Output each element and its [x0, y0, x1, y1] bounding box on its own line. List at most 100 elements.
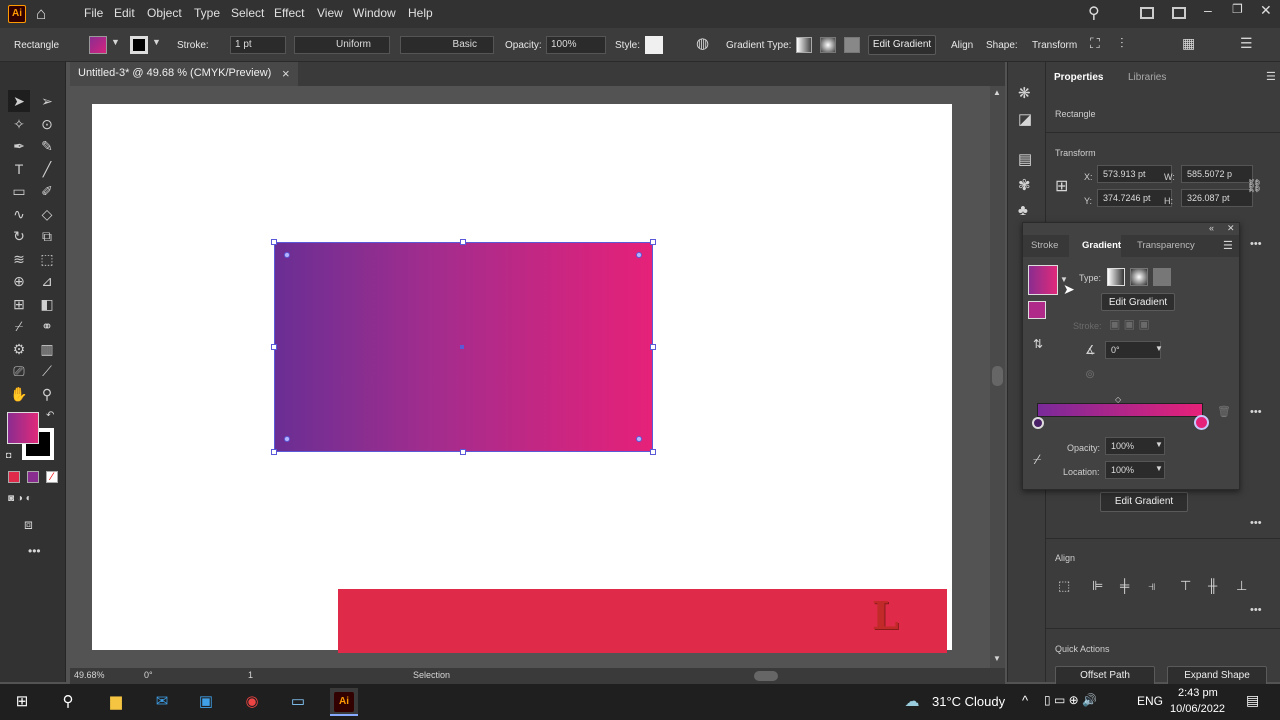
stroke-swatch[interactable]: [130, 36, 148, 54]
radial-gradient-button[interactable]: [820, 37, 836, 53]
bounding-handle[interactable]: [460, 449, 466, 455]
artboard-tool-icon[interactable]: ⎚: [8, 360, 30, 382]
close-window-icon[interactable]: ✕: [1260, 2, 1272, 19]
close-panel-icon[interactable]: ✕: [1227, 223, 1235, 234]
scroll-down-icon[interactable]: ▼: [993, 654, 1001, 663]
direct-selection-tool-icon[interactable]: ➢: [36, 90, 58, 112]
midpoint-diamond-icon[interactable]: ◇: [1115, 395, 1121, 404]
tab-libraries[interactable]: Libraries: [1128, 72, 1166, 83]
radial-type-button[interactable]: [1130, 268, 1148, 286]
reference-point-icon[interactable]: ⊞: [1055, 176, 1068, 196]
scroll-up-icon[interactable]: ▲: [993, 88, 1001, 97]
edit-gradient-button-props[interactable]: Edit Gradient: [1100, 492, 1188, 512]
fill-color-swatch[interactable]: [7, 412, 39, 444]
shape-link[interactable]: Shape:: [986, 40, 1018, 51]
eraser-tool-icon[interactable]: ◇: [36, 203, 58, 225]
hand-tool-icon[interactable]: ✋: [8, 383, 30, 405]
transform-link[interactable]: Transform: [1032, 40, 1077, 51]
menu-type[interactable]: Type: [194, 6, 220, 20]
brushes-icon[interactable]: ✾: [1018, 176, 1031, 194]
lasso-tool-icon[interactable]: ⊙: [36, 113, 58, 135]
warp-tool-icon[interactable]: ≋: [8, 248, 30, 270]
tray-icons[interactable]: ▯ ▭ ⊕ 🔊: [1044, 693, 1097, 707]
chrome-icon[interactable]: ◉: [242, 692, 262, 712]
layers-icon[interactable]: ◪: [1018, 110, 1032, 128]
location-dropdown-icon[interactable]: ▼: [1155, 464, 1163, 473]
blend-tool-icon[interactable]: ⚭: [36, 315, 58, 337]
w-field[interactable]: 585.5072 p: [1181, 165, 1253, 183]
shaper-tool-icon[interactable]: ∿: [8, 203, 30, 225]
pen-tool-icon[interactable]: ✒: [8, 135, 30, 157]
menu-window[interactable]: Window: [353, 6, 396, 20]
line-tool-icon[interactable]: ╱: [36, 158, 58, 180]
mail-icon[interactable]: ✉: [152, 692, 172, 712]
color-stop-right[interactable]: [1194, 415, 1209, 430]
symbol-sprayer-tool-icon[interactable]: ⚙: [8, 338, 30, 360]
eyedropper-tool-icon[interactable]: ⌿: [8, 315, 30, 337]
menu-object[interactable]: Object: [147, 6, 182, 20]
draw-mode-icon[interactable]: ◙ ◑ ◐: [8, 493, 32, 504]
offset-path-button[interactable]: Offset Path: [1055, 666, 1155, 686]
none-mode-icon[interactable]: ⁄: [46, 471, 58, 483]
stroke-weight-field[interactable]: 1 pt: [230, 36, 286, 54]
document-tab[interactable]: Untitled-3* @ 49.68 % (CMYK/Preview): [70, 62, 298, 86]
rotation-field[interactable]: 0°: [144, 670, 153, 680]
gradient-fill-swatch[interactable]: [1028, 265, 1058, 295]
type-tool-icon[interactable]: T: [8, 158, 30, 180]
collapse-panel-icon[interactable]: «: [1209, 223, 1214, 233]
fill-dropdown-icon[interactable]: ▼: [111, 37, 120, 47]
isolate-icon[interactable]: ⛶: [1090, 35, 1100, 52]
rotate-tool-icon[interactable]: ↻: [8, 225, 30, 247]
bounding-handle[interactable]: [650, 449, 656, 455]
screen-capture-icon[interactable]: ▭: [288, 692, 308, 712]
edit-toolbar-icon[interactable]: •••: [28, 544, 41, 558]
swatches-icon[interactable]: ▤: [1018, 150, 1032, 168]
panel-menu-icon[interactable]: ☰: [1266, 70, 1276, 83]
reverse-gradient-icon[interactable]: ⇅: [1033, 337, 1043, 351]
linear-gradient-button[interactable]: [796, 37, 812, 53]
tab-transparency[interactable]: Transparency: [1137, 240, 1195, 251]
bounding-handle[interactable]: [460, 239, 466, 245]
align-right-icon[interactable]: ⫣: [1148, 578, 1156, 594]
symbols-icon[interactable]: ♣: [1018, 202, 1028, 219]
gradient-tool-icon[interactable]: ◧: [36, 293, 58, 315]
bounding-handle[interactable]: [271, 239, 277, 245]
expand-shape-button[interactable]: Expand Shape: [1167, 666, 1267, 686]
language-indicator[interactable]: ENG: [1137, 694, 1163, 708]
more-options-icon[interactable]: •••: [1250, 406, 1262, 418]
align-left-icon[interactable]: ⊫: [1092, 578, 1103, 594]
align-vcenter-icon[interactable]: ╫: [1208, 578, 1217, 593]
search-icon[interactable]: ⚲: [1088, 3, 1100, 23]
minimize-icon[interactable]: –: [1204, 2, 1212, 18]
color-mode-icon[interactable]: [8, 471, 20, 483]
corner-widget[interactable]: [636, 436, 642, 442]
more-options-icon[interactable]: •••: [1250, 238, 1262, 250]
column-graph-tool-icon[interactable]: ▥: [36, 338, 58, 360]
recolor-icon[interactable]: ◍: [696, 34, 709, 52]
close-tab-icon[interactable]: ×: [282, 66, 290, 81]
opacity-dropdown-icon[interactable]: ▼: [1155, 440, 1163, 449]
y-field[interactable]: 374.7246 pt: [1097, 189, 1172, 207]
red-banner[interactable]: L: [338, 589, 947, 653]
more-options-icon[interactable]: •••: [1250, 604, 1262, 616]
curvature-tool-icon[interactable]: ✎: [36, 135, 58, 157]
scale-tool-icon[interactable]: ⧉: [36, 225, 58, 247]
menu-view[interactable]: View: [317, 6, 343, 20]
gradient-slider[interactable]: [1037, 403, 1203, 417]
arrange-documents-icon[interactable]: [1140, 7, 1154, 19]
edit-gradient-button-panel[interactable]: Edit Gradient: [1101, 293, 1175, 311]
search-icon[interactable]: ⚲: [58, 692, 78, 712]
start-button-icon[interactable]: ⊞: [12, 692, 32, 712]
paintbrush-tool-icon[interactable]: ✐: [36, 180, 58, 202]
menu-edit[interactable]: Edit: [114, 6, 135, 20]
bounding-handle[interactable]: [650, 344, 656, 350]
x-field[interactable]: 573.913 pt: [1097, 165, 1172, 183]
align-link[interactable]: Align: [951, 40, 973, 51]
rectangle-tool-icon[interactable]: ▭: [8, 180, 30, 202]
home-icon[interactable]: ⌂: [36, 4, 46, 24]
constrain-proportions-icon[interactable]: ⛓: [1246, 178, 1263, 194]
artboard-number[interactable]: 1: [248, 670, 253, 680]
notifications-icon[interactable]: ▤: [1246, 692, 1259, 709]
workspace-icon[interactable]: [1172, 7, 1186, 19]
gradient-panel-menu-icon[interactable]: ☰: [1223, 239, 1233, 252]
